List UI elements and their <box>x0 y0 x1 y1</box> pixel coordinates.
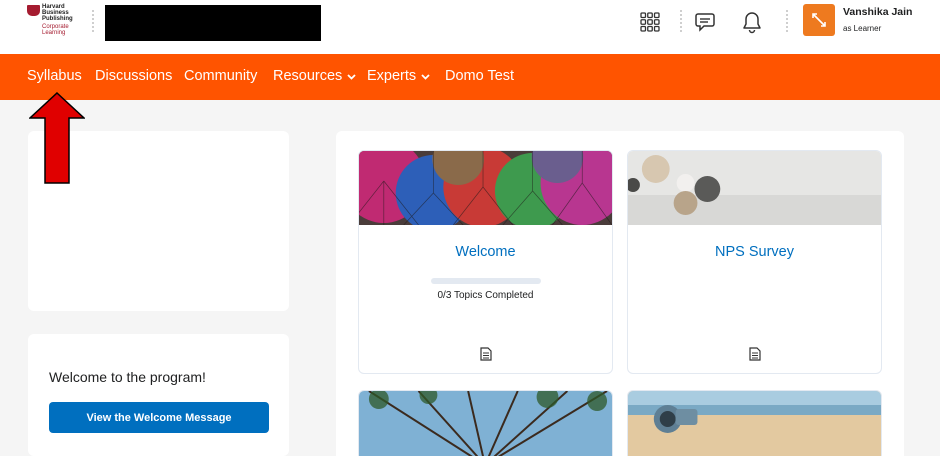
nav-label: Discussions <box>95 68 173 84</box>
nav-label: Syllabus <box>27 68 82 84</box>
content-panel: Welcome 0/3 Topics Completed NPS Survey <box>336 131 904 456</box>
annotation-arrow-icon <box>29 92 85 184</box>
logo-subtitle: Corporate Learning <box>42 24 69 36</box>
document-icon <box>479 347 492 361</box>
chat-icon[interactable] <box>693 8 721 36</box>
trees-tile[interactable] <box>358 390 613 456</box>
nav-label: Community <box>184 68 258 84</box>
nav-community[interactable]: Community <box>184 68 257 84</box>
tile-title[interactable]: NPS Survey <box>628 244 881 260</box>
tile-title[interactable]: Welcome <box>359 244 612 260</box>
user-role: as Learner <box>843 24 882 33</box>
separator <box>92 10 94 32</box>
separator <box>680 10 682 32</box>
bell-icon[interactable] <box>738 8 766 36</box>
welcome-card <box>28 334 289 456</box>
spheres-image <box>628 151 881 225</box>
nav-label: Resources <box>273 68 343 84</box>
grid-icon[interactable] <box>636 8 664 36</box>
user-name[interactable]: Vanshika Jain <box>843 6 912 18</box>
document-icon <box>748 347 761 361</box>
nps-survey-tile[interactable]: NPS Survey <box>627 150 882 374</box>
beach-tile[interactable] <box>627 390 882 456</box>
trees-image <box>359 391 612 456</box>
hbp-logo[interactable]: Harvard Business Publishing Corporate Le… <box>27 3 79 39</box>
view-welcome-button[interactable]: View the Welcome Message <box>49 402 269 433</box>
nav-discussions[interactable]: Discussions <box>95 68 172 84</box>
logo-title: Harvard Business Publishing <box>42 4 73 22</box>
nav-experts[interactable]: Experts <box>367 68 430 84</box>
redacted-course-title <box>105 5 321 41</box>
binoculars-image <box>628 391 881 456</box>
separator <box>786 10 788 32</box>
main-nav: Syllabus Discussions Community Resources… <box>0 54 940 100</box>
progress-text: 0/3 Topics Completed <box>437 290 534 301</box>
chevron-down-icon <box>421 68 430 84</box>
top-header: Harvard Business Publishing Corporate Le… <box>0 0 940 54</box>
umbrellas-image <box>359 151 612 225</box>
user-switch-icon[interactable] <box>803 4 835 36</box>
welcome-tile[interactable]: Welcome 0/3 Topics Completed <box>358 150 613 374</box>
progress-bar <box>431 278 541 284</box>
nav-syllabus[interactable]: Syllabus <box>27 68 82 84</box>
nav-domo-test[interactable]: Domo Test <box>445 68 514 84</box>
welcome-text: Welcome to the program! <box>49 369 206 385</box>
nav-label: Domo Test <box>445 68 515 84</box>
harvard-crest-icon <box>27 5 40 16</box>
nav-resources[interactable]: Resources <box>273 68 356 84</box>
chevron-down-icon <box>347 68 356 84</box>
nav-label: Experts <box>367 68 417 84</box>
